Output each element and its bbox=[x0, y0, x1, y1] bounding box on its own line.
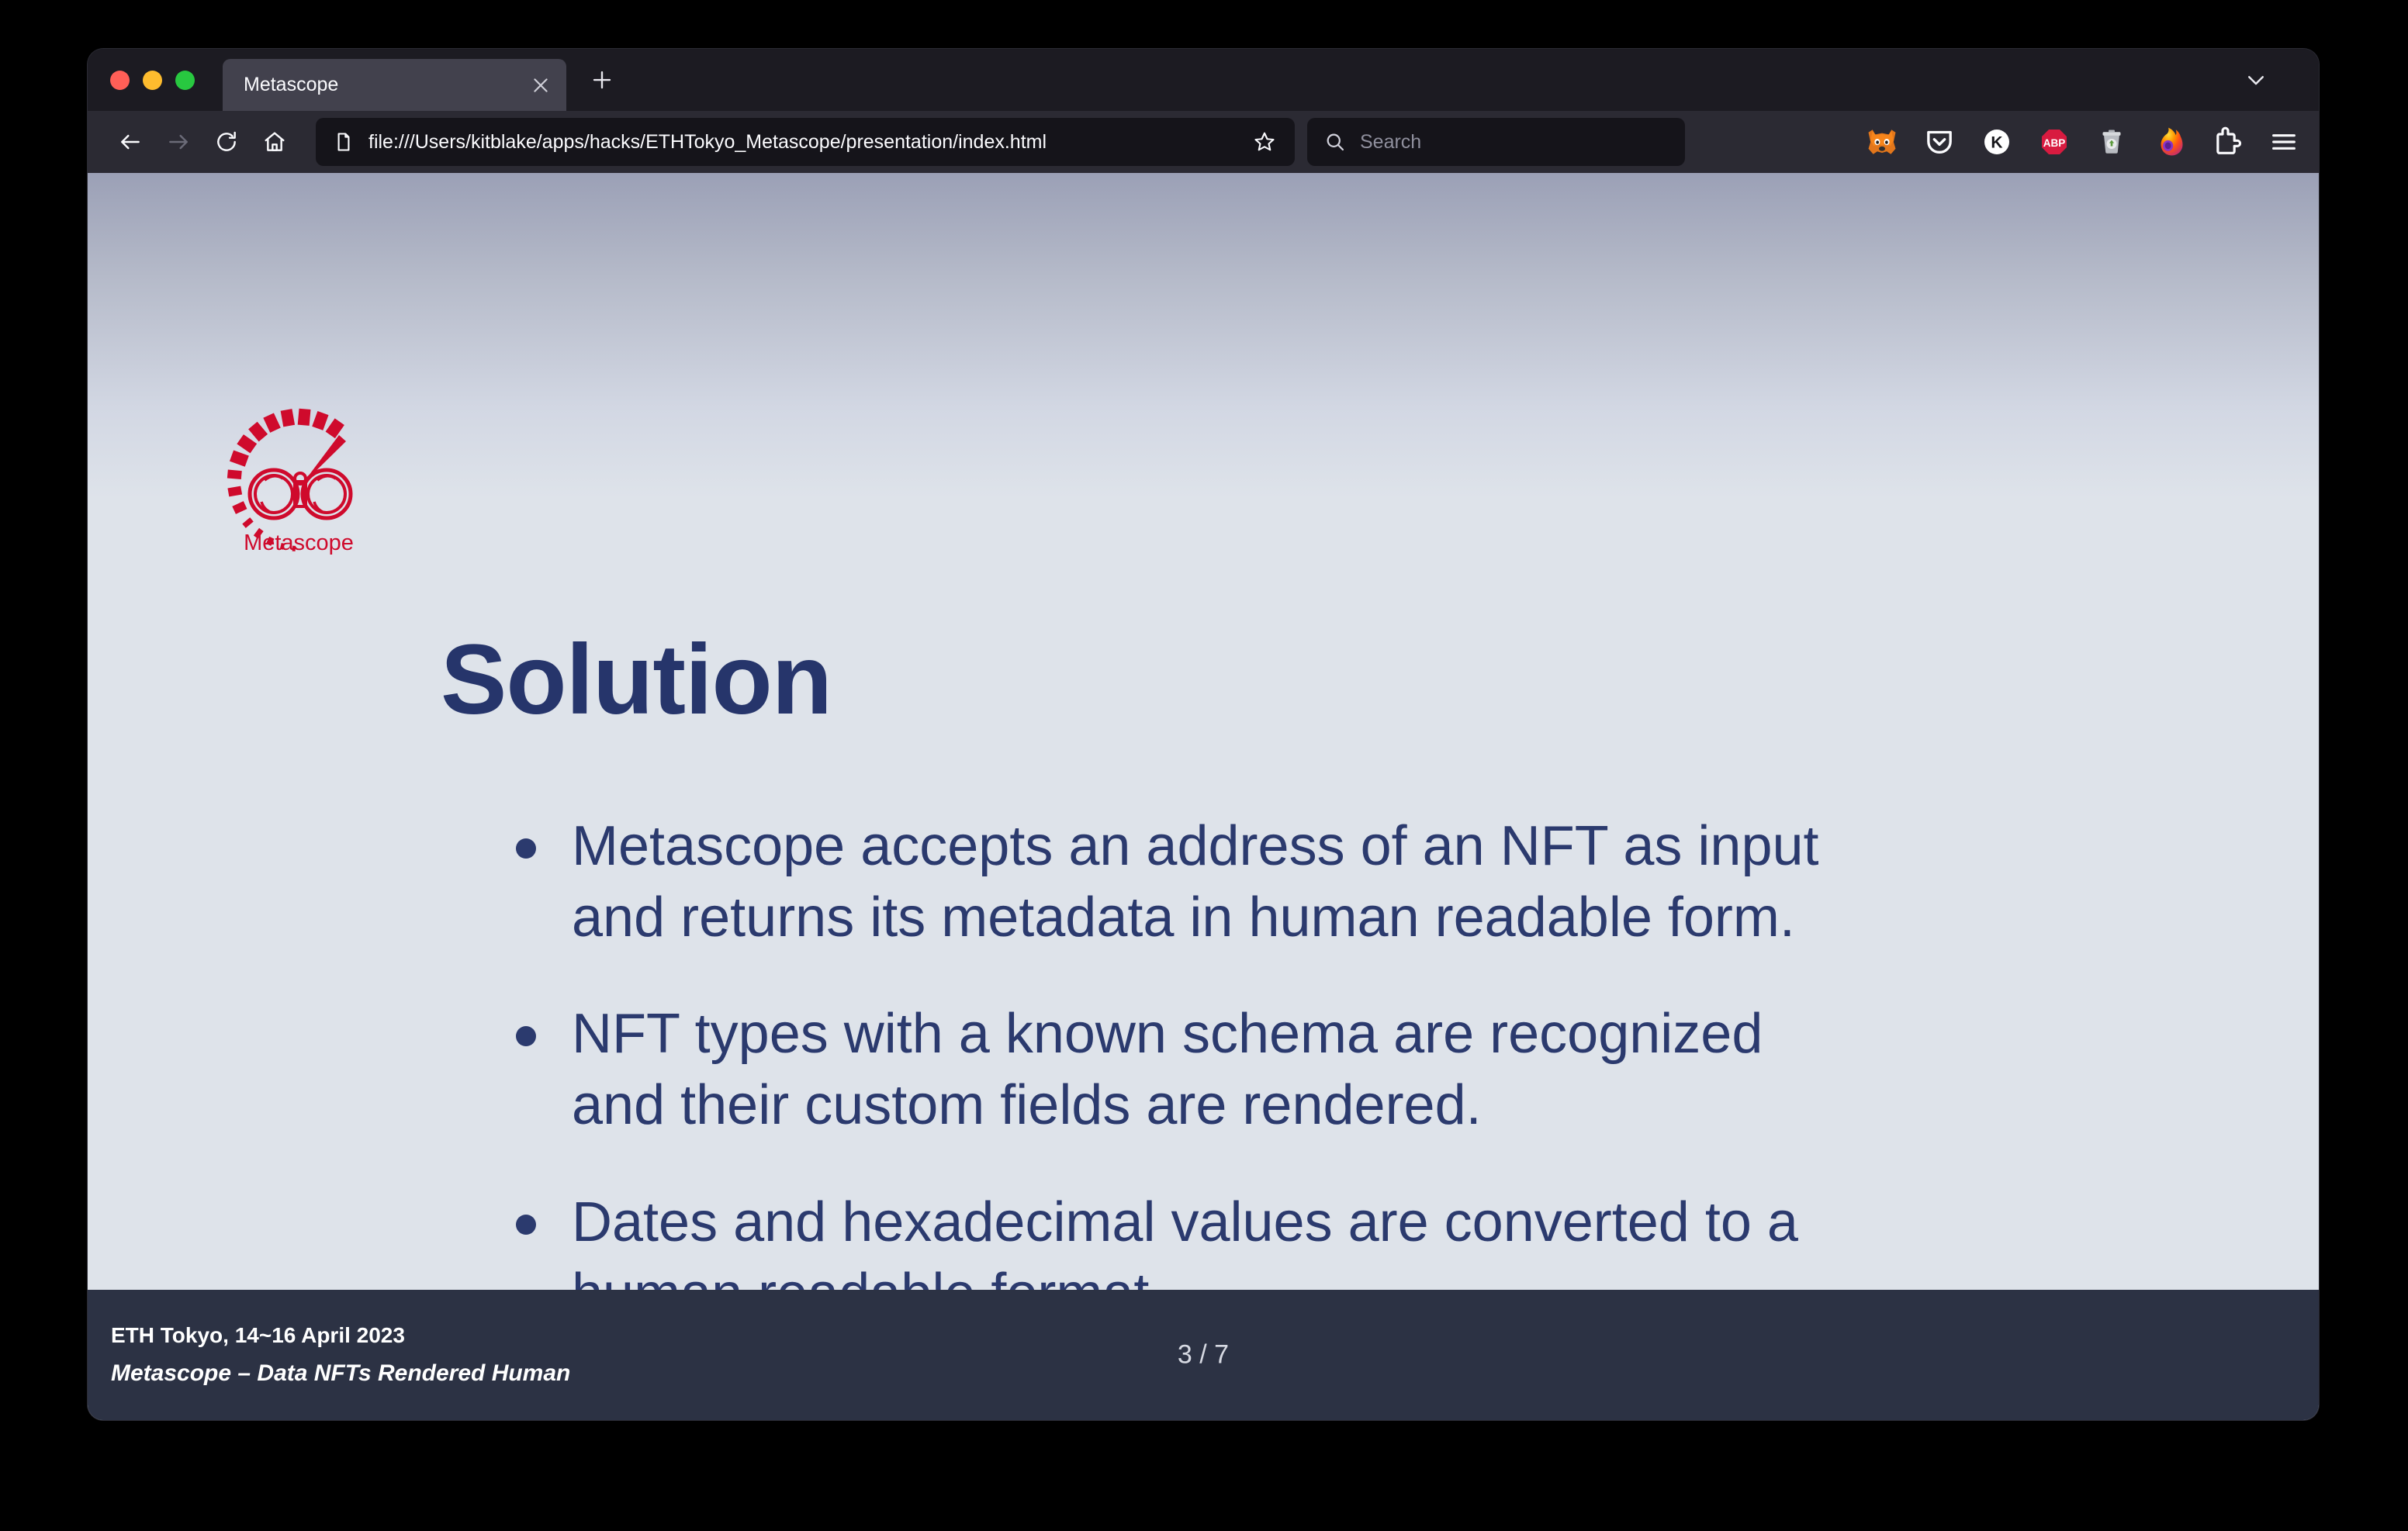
url-bar[interactable]: file:///Users/kitblake/apps/hacks/ETHTok… bbox=[316, 118, 1295, 166]
navigation-toolbar: file:///Users/kitblake/apps/hacks/ETHTok… bbox=[88, 111, 2319, 173]
slide-background-gradient bbox=[88, 173, 2319, 499]
extension-tray: K ABP bbox=[1839, 124, 2302, 160]
minimize-window-button[interactable] bbox=[143, 70, 162, 90]
document-icon bbox=[333, 131, 355, 153]
browser-tab[interactable]: Metascope bbox=[223, 59, 566, 111]
tab-title: Metascope bbox=[244, 74, 339, 95]
arrow-right-icon bbox=[154, 118, 202, 166]
logo-wordmark: Metascope bbox=[244, 530, 354, 555]
metascope-logo: Metascope bbox=[221, 389, 376, 563]
search-placeholder: Search bbox=[1360, 130, 1422, 153]
chevron-down-icon[interactable] bbox=[2236, 60, 2276, 100]
footer-subtitle-label: Metascope – Data NFTs Rendered Human bbox=[111, 1360, 571, 1386]
url-text: file:///Users/kitblake/apps/hacks/ETHTok… bbox=[368, 130, 1047, 153]
footer-left-block: ETH Tokyo, 14~16 April 2023 Metascope – … bbox=[88, 1323, 570, 1387]
bullet-dot-icon bbox=[516, 1026, 536, 1047]
close-icon[interactable] bbox=[523, 67, 559, 103]
slide-viewport: Metascope Solution Metascope accepts an … bbox=[88, 173, 2319, 1420]
svg-text:ABP: ABP bbox=[2043, 137, 2066, 149]
metamask-extension-icon[interactable] bbox=[1864, 124, 1900, 160]
reload-icon[interactable] bbox=[202, 118, 251, 166]
bullet-dot-icon bbox=[516, 838, 536, 859]
page-title: Solution bbox=[441, 624, 832, 735]
close-window-button[interactable] bbox=[110, 70, 130, 90]
list-item: NFT types with a known schema are recogn… bbox=[516, 998, 2202, 1141]
firefox-account-icon[interactable] bbox=[2151, 124, 2187, 160]
trash-extension-icon[interactable] bbox=[2094, 124, 2129, 160]
footer-event-label: ETH Tokyo, 14~16 April 2023 bbox=[111, 1323, 405, 1347]
pocket-extension-icon[interactable] bbox=[1922, 124, 1957, 160]
keplr-extension-icon[interactable]: K bbox=[1979, 124, 2015, 160]
home-icon[interactable] bbox=[251, 118, 299, 166]
slide-footer: ETH Tokyo, 14~16 April 2023 Metascope – … bbox=[88, 1290, 2319, 1420]
new-tab-button[interactable] bbox=[580, 58, 624, 102]
tab-strip: Metascope bbox=[88, 49, 2319, 111]
bullet-text: NFT types with a known schema are recogn… bbox=[572, 1003, 1763, 1137]
search-input[interactable]: Search bbox=[1307, 118, 1685, 166]
arrow-left-icon[interactable] bbox=[106, 118, 154, 166]
maximize-window-button[interactable] bbox=[175, 70, 195, 90]
search-icon bbox=[1324, 131, 1346, 153]
browser-window: Metascope file:///Users/kitblake/apps/ha… bbox=[88, 49, 2319, 1420]
extensions-puzzle-icon[interactable] bbox=[2209, 124, 2244, 160]
list-item: Metascope accepts an address of an NFT a… bbox=[516, 810, 2202, 953]
window-controls bbox=[88, 70, 215, 90]
bullet-dot-icon bbox=[516, 1214, 536, 1235]
svg-text:K: K bbox=[1991, 134, 2002, 152]
bullet-text: Metascope accepts an address of an NFT a… bbox=[572, 815, 1819, 949]
adblock-plus-extension-icon[interactable]: ABP bbox=[2036, 124, 2072, 160]
application-menu-icon[interactable] bbox=[2266, 124, 2302, 160]
star-icon[interactable] bbox=[1245, 123, 1284, 161]
